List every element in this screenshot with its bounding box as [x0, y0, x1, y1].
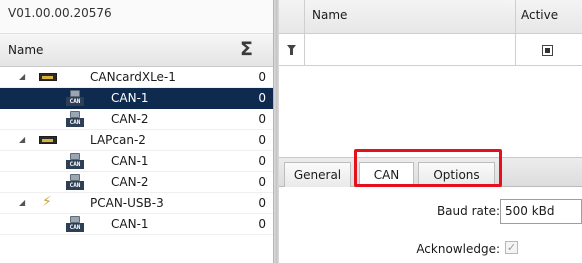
baud-rate-field[interactable]: 500 kBd [500, 199, 582, 224]
device-tree-panel: V01.00.00.20576 Name Σ ◢ CANcardXLe-1 0 … [0, 0, 273, 263]
filter-funnel-icon [287, 45, 296, 55]
collapse-arrow-icon[interactable]: ◢ [19, 72, 25, 81]
tab-general[interactable]: General [284, 162, 351, 189]
tree-row-can-1[interactable]: CAN CAN-1 0 [0, 214, 273, 235]
tree-row-label: CAN-1 [111, 217, 149, 231]
tree-row-count: 0 [258, 91, 266, 105]
collapse-arrow-icon[interactable]: ◢ [19, 198, 25, 207]
tree-row-cancardxle-1[interactable]: ◢ CANcardXLe-1 0 [0, 67, 273, 88]
tree-row-label: CAN-2 [111, 112, 149, 126]
tree-row-lapcan-2[interactable]: ◢ LAPcan-2 0 [0, 130, 273, 151]
filter-row-indicator [279, 34, 305, 66]
active-filter-checkbox[interactable] [542, 45, 553, 56]
tree-row-label: CAN-1 [111, 91, 149, 105]
can-channel-icon: CAN [66, 153, 84, 170]
name-filter-cell[interactable] [305, 34, 516, 66]
tree-row-count: 0 [258, 175, 266, 189]
acknowledge-label: Acknowledge: [416, 242, 500, 256]
row-indicator-header [279, 0, 305, 34]
tree-row-can-1[interactable]: CAN CAN-1 0 [0, 151, 273, 172]
tree-row-count: 0 [258, 70, 266, 84]
name-column-header[interactable]: Name [305, 0, 516, 34]
collapse-arrow-icon[interactable]: ◢ [19, 135, 25, 144]
tree-row-label: PCAN-USB-3 [90, 196, 164, 210]
can-channel-icon: CAN [66, 216, 84, 233]
tree-header: Name Σ [0, 34, 273, 67]
tree-row-count: 0 [258, 154, 266, 168]
grid-filter-row [279, 34, 582, 66]
tree-row-count: 0 [258, 196, 266, 210]
version-label: V01.00.00.20576 [0, 0, 273, 34]
tree-row-label: CANcardXLe-1 [90, 70, 176, 84]
pc-card-device-icon [39, 136, 57, 144]
can-channel-icon: CAN [66, 111, 84, 128]
tree-row-count: 0 [258, 217, 266, 231]
tree-row-can-2[interactable]: CAN CAN-2 0 [0, 172, 273, 193]
tree-rows: ◢ CANcardXLe-1 0 CAN CAN-1 0 CAN CAN-2 0… [0, 67, 273, 235]
acknowledge-checkbox[interactable]: ✓ [505, 241, 518, 254]
tree-row-count: 0 [258, 112, 266, 126]
tree-row-can-1[interactable]: CAN CAN-1 0 [0, 88, 273, 109]
tree-row-pcan-usb-3[interactable]: ◢ ⚡ PCAN-USB-3 0 [0, 193, 273, 214]
can-channel-icon: CAN [66, 174, 84, 191]
usb-plug-icon: ⚡ [42, 194, 52, 210]
tree-row-count: 0 [258, 133, 266, 147]
pc-card-device-icon [39, 73, 57, 81]
sum-column-header[interactable]: Σ [240, 38, 253, 60]
baud-rate-label: Baud rate: [436, 204, 500, 218]
grid-header: Name Active [279, 0, 582, 34]
tree-row-label: CAN-1 [111, 154, 149, 168]
highlight-box [354, 149, 502, 187]
active-column-header[interactable]: Active [516, 0, 582, 34]
tree-name-column-header[interactable]: Name [8, 43, 43, 57]
tree-row-label: CAN-2 [111, 175, 149, 189]
can-channel-icon: CAN [66, 90, 84, 107]
tree-row-label: LAPcan-2 [90, 133, 146, 147]
tree-row-can-2[interactable]: CAN CAN-2 0 [0, 109, 273, 130]
can-properties-panel: Baud rate: 500 kBd Acknowledge: ✓ [279, 187, 582, 263]
right-panel: Name Active General CAN Options Baud rat… [279, 0, 582, 263]
